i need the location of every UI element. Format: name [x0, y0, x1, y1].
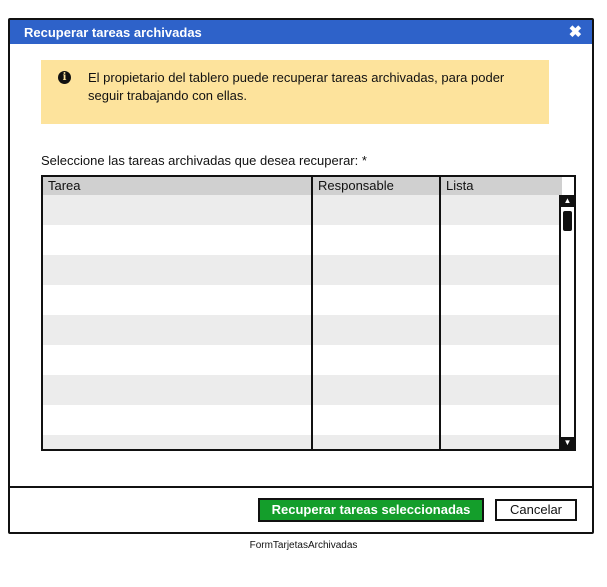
table-row[interactable]: [43, 405, 562, 435]
recover-selected-button[interactable]: Recuperar tareas seleccionadas: [258, 498, 484, 522]
footer-divider: [10, 486, 592, 488]
dialog-title: Recuperar tareas archivadas: [24, 24, 202, 40]
table-row[interactable]: [43, 345, 562, 375]
info-banner: i El propietario del tablero puede recup…: [41, 60, 549, 124]
selection-prompt: Seleccione las tareas archivadas que des…: [41, 153, 367, 168]
table-row[interactable]: [43, 375, 562, 405]
column-header-responsable[interactable]: Responsable: [313, 177, 439, 195]
table-row[interactable]: [43, 255, 562, 285]
table-row[interactable]: [43, 225, 562, 255]
close-icon[interactable]: ✖: [569, 22, 582, 42]
archived-tasks-table[interactable]: Tarea Responsable Lista ▲ ▼: [41, 175, 576, 451]
table-row[interactable]: [43, 195, 562, 225]
info-text-line1: El propietario del tablero puede recuper…: [88, 70, 505, 85]
table-header: Tarea Responsable Lista: [43, 177, 562, 195]
cancel-button[interactable]: Cancelar: [495, 499, 577, 521]
table-row[interactable]: [43, 285, 562, 315]
dialog-titlebar: Recuperar tareas archivadas ✖: [10, 20, 592, 44]
table-row[interactable]: [43, 315, 562, 345]
scroll-down-icon[interactable]: ▼: [561, 437, 574, 449]
form-caption: FormTarjetasArchivadas: [249, 540, 358, 551]
column-divider: [439, 177, 441, 449]
info-text-line2: seguir trabajando con ellas.: [88, 88, 247, 103]
column-divider: [311, 177, 313, 449]
table-scrollbar[interactable]: ▲ ▼: [559, 195, 574, 449]
column-header-lista[interactable]: Lista: [441, 177, 562, 195]
scrollbar-thumb[interactable]: [563, 211, 572, 231]
scroll-up-icon[interactable]: ▲: [561, 195, 574, 207]
archived-tasks-dialog: Recuperar tareas archivadas ✖ i El propi…: [8, 18, 594, 534]
info-icon: i: [58, 71, 71, 84]
table-row[interactable]: [43, 435, 562, 449]
column-header-tarea[interactable]: Tarea: [43, 177, 311, 195]
